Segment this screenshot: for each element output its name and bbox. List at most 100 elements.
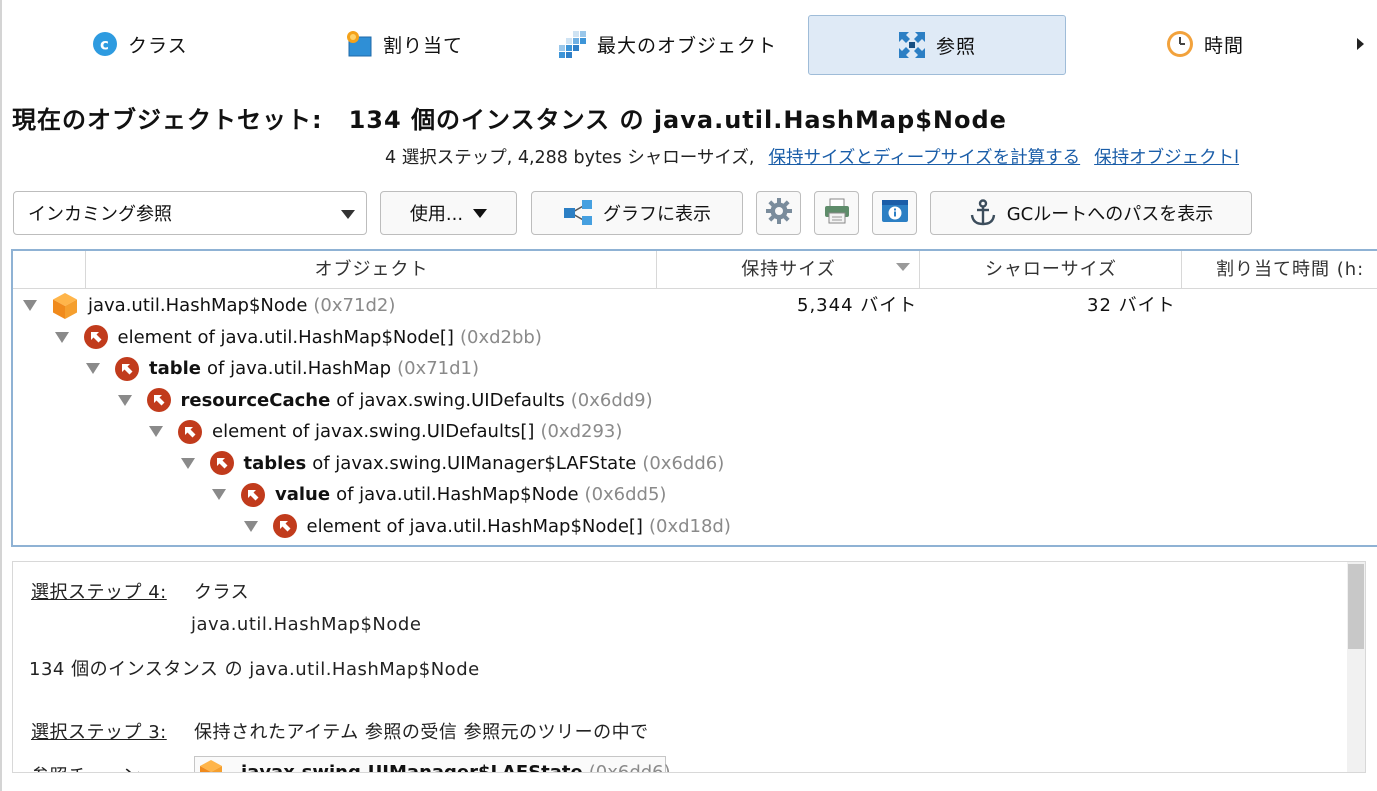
selection-step-3-link[interactable]: 選択ステップ 3: <box>31 718 167 744</box>
expand-triangle-icon[interactable] <box>149 426 163 437</box>
expand-triangle-icon[interactable] <box>212 489 226 500</box>
allocation-icon <box>345 30 373 58</box>
retained-objects-link[interactable]: 保持オブジェクトl <box>1094 148 1239 168</box>
column-header-allocation-time[interactable]: 割り当て時間 (h: <box>1181 251 1377 288</box>
object-address: (0xd293) <box>540 421 623 442</box>
tab-scroll-right-icon[interactable] <box>1357 38 1364 50</box>
column-header-shallow-size[interactable]: シャローサイズ <box>919 251 1182 288</box>
column-header-object[interactable]: オブジェクト <box>85 251 657 288</box>
show-in-graph-button[interactable]: グラフに表示 <box>531 191 743 235</box>
node-label: element of java.util.HashMap$Node[] <box>117 326 454 348</box>
info-button[interactable] <box>872 191 917 235</box>
use-dropdown-button[interactable]: 使用... <box>380 191 517 235</box>
tab-time[interactable]: 時間 <box>1166 15 1244 73</box>
column-header-retained-size[interactable]: 保持サイズ <box>656 251 920 288</box>
graph-label: グラフに表示 <box>603 204 711 225</box>
incoming-reference-icon <box>83 325 108 349</box>
node-label: element of javax.swing.UIDefaults[] <box>212 421 535 442</box>
object-address: (0x71d1) <box>397 358 479 379</box>
object-cube-icon <box>52 292 78 320</box>
use-label: 使用... <box>409 204 464 225</box>
table-row[interactable]: element of javax.swing.UIDefaults[] (0xd2… <box>13 416 1377 447</box>
time-icon <box>1166 30 1194 58</box>
object-address: (0xd18d) <box>648 515 731 537</box>
printer-icon <box>823 198 851 229</box>
biggest-objects-icon <box>559 30 587 58</box>
tree-node: java.util.HashMap$Node (0x71d2) <box>23 290 395 321</box>
tree-node: value of java.util.HashMap$Node (0x6dd5) <box>212 479 666 510</box>
tab-allocations[interactable]: 割り当て <box>345 15 463 73</box>
tab-classes[interactable]: c クラス <box>92 15 188 73</box>
title-prefix: 現在のオブジェクトセット: <box>12 106 323 134</box>
object-address: (0xd2bb) <box>459 326 542 348</box>
view-tab-bar: c クラス 割り当て 最大のオブジェクト 参照 時間 <box>0 0 1377 90</box>
expand-triangle-icon[interactable] <box>54 331 69 343</box>
tree-node: tables of javax.swing.UIManager$LAFState(… <box>180 448 725 479</box>
chain-object-address: (0x6dd6) <box>588 761 671 773</box>
incoming-reference-icon <box>146 388 171 412</box>
svg-text:c: c <box>100 36 110 54</box>
table-row[interactable]: value of java.util.HashMap$Node (0x6dd5) <box>13 479 1377 510</box>
detail-scrollbar-thumb[interactable] <box>1348 564 1364 649</box>
calculate-retained-link[interactable]: 保持サイズとディープサイズを計算する <box>768 148 1080 168</box>
table-row[interactable]: element of java.util.HashMap$Node[] (0xd1… <box>13 511 1377 542</box>
step-4-kind: クラス <box>194 582 250 603</box>
retained-size-cell: 5,344 バイト <box>797 295 918 316</box>
table-row[interactable]: table of java.util.HashMap (0x71d1) <box>13 353 1377 384</box>
table-row[interactable]: tables of javax.swing.UIManager$LAFState(… <box>13 448 1377 479</box>
chain-object-name: javax.swing.UIManager$LAFState <box>241 761 583 773</box>
object-address: (0x6dd5) <box>584 484 667 505</box>
expand-triangle-icon[interactable] <box>23 300 37 311</box>
gc-label: GCルートへのパスを表示 <box>1006 204 1214 225</box>
sort-descending-icon <box>896 263 910 271</box>
info-icon <box>881 198 909 229</box>
chevron-down-icon <box>341 210 355 219</box>
tree-node: resourceCache of javax.swing.UIDefaults (0… <box>117 385 653 416</box>
gear-icon <box>765 197 792 229</box>
tab-references[interactable]: 参照 <box>808 15 1066 75</box>
object-address: (0x6dd9) <box>570 389 653 411</box>
reference-field-name: resourceCache <box>180 389 331 411</box>
incoming-reference-icon <box>115 356 139 381</box>
reference-chain-label: 参照チェーン: <box>31 762 148 772</box>
expand-triangle-icon[interactable] <box>117 394 132 406</box>
tree-node: element of java.util.HashMap$Node[] (0xd1… <box>243 511 731 542</box>
tab-label: 最大のオブジェクト <box>597 34 778 57</box>
reference-field-name: tables <box>243 452 307 474</box>
tab-label: 割り当て <box>383 34 464 57</box>
references-icon <box>898 31 926 59</box>
reference-mode-select[interactable]: インカミング参照 <box>13 191 367 235</box>
detail-scrollbar[interactable] <box>1347 562 1365 772</box>
reference-mode-value: インカミング参照 <box>28 204 172 225</box>
selection-step-4-link[interactable]: 選択ステップ 4: <box>31 578 167 604</box>
expand-triangle-icon[interactable] <box>243 520 258 532</box>
object-address: (0x71d2) <box>313 295 396 316</box>
step-3-description: 保持されたアイテム 参照の受信 参照元のツリーの中で <box>194 722 649 743</box>
incoming-reference-icon <box>241 482 265 507</box>
node-label: of javax.swing.UIDefaults <box>336 389 565 411</box>
stats-text: 4 選択ステップ, 4,288 bytes シャローサイズ, <box>385 148 755 168</box>
chevron-down-icon <box>473 208 488 218</box>
expand-triangle-icon[interactable] <box>180 457 195 469</box>
object-cube-icon <box>199 759 223 772</box>
tab-biggest-objects[interactable]: 最大のオブジェクト <box>559 15 777 73</box>
object-set-stats: 4 選択ステップ, 4,288 bytes シャローサイズ, 保持サイズとディープ… <box>385 144 1239 169</box>
anchor-icon <box>969 199 997 227</box>
object-address: (0x6dd6) <box>642 452 725 474</box>
incoming-reference-icon <box>209 451 234 475</box>
window-left-border <box>0 0 2 791</box>
node-label: of java.util.HashMap <box>207 358 392 379</box>
table-row[interactable]: element of java.util.HashMap$Node[] (0xd2… <box>13 322 1377 353</box>
table-row[interactable]: resourceCache of javax.swing.UIDefaults (0… <box>13 385 1377 416</box>
tree-node: element of java.util.HashMap$Node[] (0xd2… <box>54 322 542 353</box>
node-label: of javax.swing.UIManager$LAFState <box>312 452 637 474</box>
tab-label: クラス <box>128 34 188 57</box>
expand-triangle-icon[interactable] <box>86 363 100 374</box>
settings-button[interactable] <box>756 191 801 235</box>
print-button[interactable] <box>814 191 859 235</box>
reference-field-name: table <box>149 358 202 379</box>
reference-chain-object[interactable]: javax.swing.UIManager$LAFState (0x6dd6) <box>194 756 671 773</box>
tab-label: 参照 <box>935 35 976 58</box>
show-gc-root-path-button[interactable]: GCルートへのパスを表示 <box>930 191 1252 235</box>
current-object-set-title: 現在のオブジェクトセット: 134 個のインスタンス の java.util.Ha… <box>12 100 1007 135</box>
